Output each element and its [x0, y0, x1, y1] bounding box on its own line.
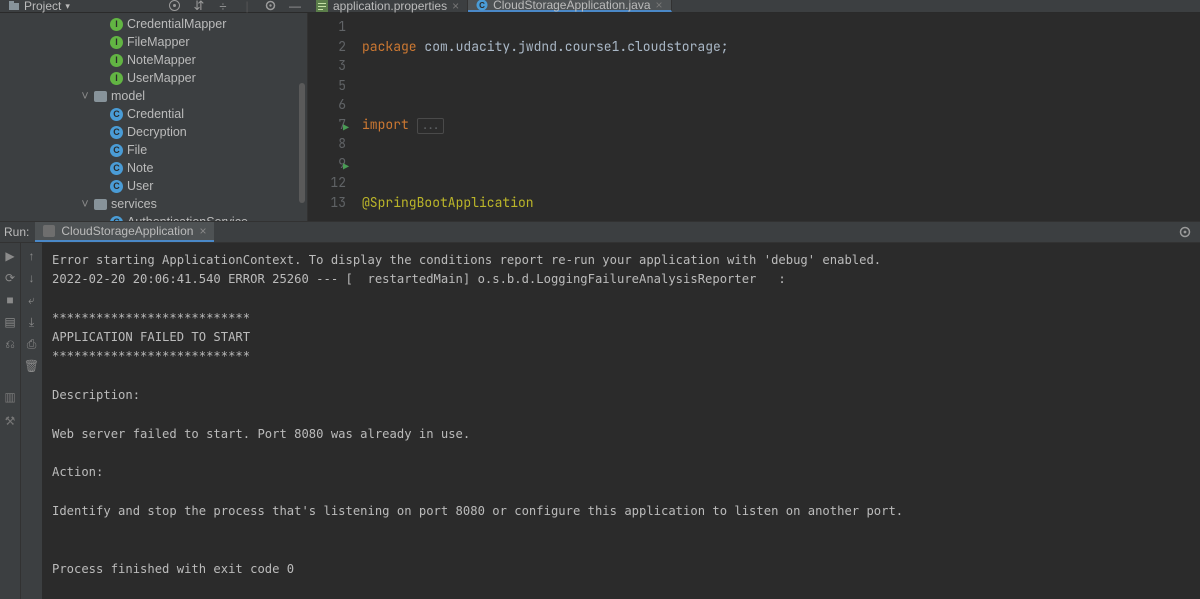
class-icon: C: [110, 180, 123, 193]
tree-item[interactable]: C AuthenticationService: [0, 213, 307, 221]
tree-item[interactable]: I CredentialMapper: [0, 15, 307, 33]
rerun-icon[interactable]: ▶: [3, 249, 17, 263]
expand-all-icon[interactable]: ⇵: [192, 0, 206, 13]
up-icon[interactable]: ↑: [25, 249, 39, 263]
actions-icon[interactable]: ⟳: [3, 271, 17, 285]
tree-item[interactable]: ˅ services: [0, 195, 307, 213]
tree-item[interactable]: C Credential: [0, 105, 307, 123]
tab-label: application.properties: [333, 0, 447, 13]
tree-item[interactable]: C Note: [0, 159, 307, 177]
tree-item[interactable]: I UserMapper: [0, 69, 307, 87]
project-tree[interactable]: ICredentialMapperIFileMapperINoteMapperI…: [0, 13, 308, 221]
layout-icon[interactable]: ▤: [3, 315, 17, 329]
project-tool-button[interactable]: Project ▾: [0, 0, 78, 12]
tree-item[interactable]: C User: [0, 177, 307, 195]
class-icon: C: [110, 216, 123, 222]
interface-icon: I: [110, 36, 123, 49]
scroll-end-icon[interactable]: ⤓: [25, 315, 39, 329]
collapse-icon[interactable]: ÷: [216, 0, 230, 13]
tab-cloudstorageapplication[interactable]: C CloudStorageApplication.java ×: [468, 0, 671, 12]
editor-gutter: 123567▶89▶1213: [308, 13, 356, 221]
spring-run-icon: [43, 225, 55, 237]
svg-text:C: C: [479, 1, 485, 10]
target-icon[interactable]: [168, 0, 182, 13]
tree-item[interactable]: C Decryption: [0, 123, 307, 141]
class-icon: C: [110, 108, 123, 121]
expander-icon[interactable]: ˅: [80, 87, 90, 105]
close-icon[interactable]: ×: [199, 224, 206, 238]
tree-item[interactable]: I NoteMapper: [0, 51, 307, 69]
close-icon[interactable]: ×: [656, 0, 663, 12]
tree-item-label: NoteMapper: [127, 51, 196, 69]
project-label: Project: [24, 0, 61, 13]
tree-item-label: services: [111, 195, 157, 213]
run-tab[interactable]: CloudStorageApplication ×: [35, 222, 214, 242]
run-label: Run:: [4, 225, 29, 239]
interface-icon: I: [110, 18, 123, 31]
folder-icon: [94, 91, 107, 102]
tree-item-label: FileMapper: [127, 33, 190, 51]
tab-application-properties[interactable]: application.properties ×: [308, 0, 468, 12]
run-tab-label: CloudStorageApplication: [61, 224, 193, 238]
expander-icon[interactable]: ˅: [80, 195, 90, 213]
tree-item-label: Credential: [127, 105, 184, 123]
class-icon: C: [110, 162, 123, 175]
minimize-icon[interactable]: —: [288, 0, 302, 13]
structure-icon[interactable]: ▥: [4, 390, 15, 404]
chevron-down-icon: ▾: [65, 1, 70, 12]
folder-icon: [8, 0, 20, 12]
class-icon: C: [110, 126, 123, 139]
stop-icon[interactable]: ■: [3, 293, 17, 307]
interface-icon: I: [110, 72, 123, 85]
console-output[interactable]: Error starting ApplicationContext. To di…: [42, 243, 1200, 599]
run-toolwindow-header: Run: CloudStorageApplication ×: [0, 221, 1200, 243]
tree-item-label: UserMapper: [127, 69, 196, 87]
run-toolbar-left2: ↑ ↓ ⤶ ⤓ ⎙ 🗑: [20, 243, 42, 599]
class-icon: C: [110, 144, 123, 157]
build-icon[interactable]: ⚒: [5, 414, 16, 428]
tree-item-label: User: [127, 177, 153, 195]
tab-label: CloudStorageApplication.java: [493, 0, 650, 12]
trash-icon[interactable]: 🗑: [25, 359, 39, 373]
print-icon[interactable]: ⎙: [25, 337, 39, 351]
code-area[interactable]: package com.udacity.jwdnd.course1.clouds…: [356, 13, 1200, 221]
down-icon[interactable]: ↓: [25, 271, 39, 285]
close-icon[interactable]: ×: [452, 0, 459, 13]
gear-icon[interactable]: [1178, 225, 1192, 239]
left-stripe: ▥ ⚒: [0, 390, 20, 428]
scrollbar-thumb[interactable]: [299, 83, 305, 203]
tree-item[interactable]: C File: [0, 141, 307, 159]
tree-item-label: CredentialMapper: [127, 15, 226, 33]
fold-icon[interactable]: ...: [417, 118, 445, 134]
interface-icon: I: [110, 54, 123, 67]
tree-item-label: model: [111, 87, 145, 105]
tree-item-label: File: [127, 141, 147, 159]
exit-icon[interactable]: ⎌: [3, 337, 17, 351]
tree-item-label: Note: [127, 159, 153, 177]
folder-icon: [94, 199, 107, 210]
tree-item-label: AuthenticationService: [127, 213, 248, 221]
java-class-icon: C: [476, 0, 488, 11]
tree-item[interactable]: I FileMapper: [0, 33, 307, 51]
softwrap-icon[interactable]: ⤶: [25, 293, 39, 307]
code-editor[interactable]: 123567▶89▶1213 package com.udacity.jwdnd…: [308, 13, 1200, 221]
properties-file-icon: [316, 0, 328, 12]
gear-icon[interactable]: [264, 0, 278, 13]
tree-item[interactable]: ˅ model: [0, 87, 307, 105]
tree-item-label: Decryption: [127, 123, 187, 141]
